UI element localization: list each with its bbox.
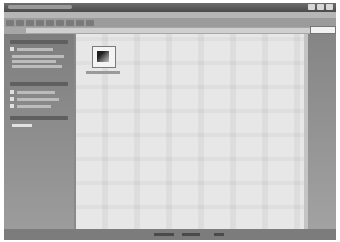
places-panel-header[interactable]: [10, 82, 68, 86]
window-title: [8, 5, 72, 9]
toolbar-button[interactable]: [66, 19, 74, 26]
window-controls: [308, 4, 333, 10]
application-window: [4, 3, 336, 240]
search-input[interactable]: [310, 26, 336, 34]
task-link[interactable]: [12, 65, 62, 68]
task-link[interactable]: [12, 55, 64, 58]
details-text: [12, 124, 32, 127]
up-button[interactable]: [26, 19, 34, 26]
status-text: [214, 233, 224, 236]
maximize-icon[interactable]: [317, 4, 324, 10]
thumbnail-preview: [97, 51, 109, 62]
address-bar: [4, 27, 336, 34]
place-link[interactable]: [17, 105, 51, 108]
folder-icon: [10, 97, 14, 101]
details-panel-header[interactable]: [10, 116, 68, 120]
address-field[interactable]: [26, 28, 312, 33]
task-panel-header[interactable]: [10, 40, 68, 44]
status-text: [154, 233, 174, 236]
folder-icon: [10, 104, 14, 108]
task-pane: [4, 34, 74, 229]
place-link[interactable]: [17, 98, 59, 101]
right-panel: [308, 34, 336, 229]
task-link[interactable]: [17, 48, 53, 51]
close-icon[interactable]: [326, 4, 333, 10]
toolbar-button[interactable]: [86, 19, 94, 26]
file-item[interactable]: [86, 46, 120, 84]
toolbar-button[interactable]: [76, 19, 84, 26]
task-link[interactable]: [12, 60, 56, 63]
toolbar: [4, 18, 336, 27]
minimize-icon[interactable]: [308, 4, 315, 10]
forward-button[interactable]: [16, 19, 24, 26]
toolbar-button[interactable]: [46, 19, 54, 26]
image-file-icon: [92, 46, 116, 68]
status-bar: [4, 229, 336, 240]
toolbar-button[interactable]: [36, 19, 44, 26]
folder-icon: [10, 90, 14, 94]
file-view[interactable]: [76, 34, 308, 229]
toolbar-button[interactable]: [56, 19, 64, 26]
file-name: [86, 71, 120, 74]
status-text: [182, 233, 200, 236]
place-link[interactable]: [17, 91, 55, 94]
task-icon: [10, 47, 14, 51]
back-button[interactable]: [6, 19, 14, 26]
title-bar[interactable]: [4, 3, 336, 12]
